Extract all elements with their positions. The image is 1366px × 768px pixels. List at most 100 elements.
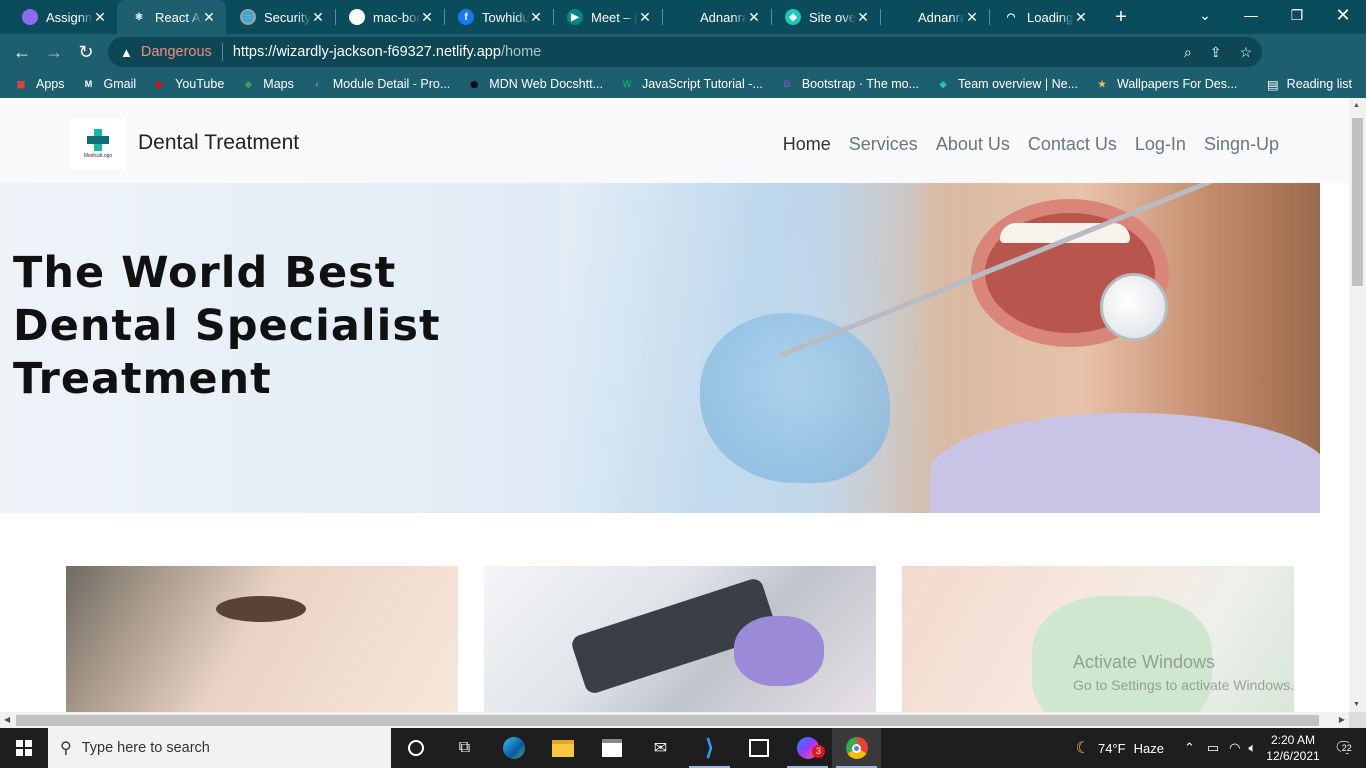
netlify-icon: ◆: [785, 9, 801, 25]
url-path: /home: [500, 44, 542, 60]
close-tab-icon[interactable]: ✕: [965, 9, 979, 26]
site-logo[interactable]: MedicalLogo: [70, 118, 126, 170]
close-tab-icon[interactable]: ✕: [311, 9, 325, 26]
bookmark-star-icon[interactable]: ☆: [1239, 44, 1252, 61]
forward-arrow-icon[interactable]: →: [38, 36, 70, 68]
scroll-left-arrow-icon[interactable]: ◀: [4, 715, 10, 724]
address-bar[interactable]: ▲ Dangerous https://wizardly-jackson-f69…: [108, 37, 1262, 67]
reading-list-button[interactable]: ▤ Reading list: [1267, 70, 1352, 98]
bookmark-item[interactable]: ★ Wallpapers For Des...: [1095, 77, 1237, 91]
taskbar-search-box[interactable]: ⚲ Type here to search: [48, 728, 391, 768]
volume-icon[interactable]: 🔈︎: [1248, 740, 1256, 756]
cortana-icon[interactable]: [391, 728, 440, 768]
close-tab-icon[interactable]: ✕: [856, 9, 870, 26]
tab-1[interactable]: ⚛ React Ap✕: [117, 0, 226, 34]
search-icon: ⚲: [60, 740, 72, 757]
bookmark-item[interactable]: ◐ Module Detail - Pro...: [311, 77, 450, 91]
clock-date: 12/6/2021: [1266, 749, 1320, 763]
close-tab-icon[interactable]: ✕: [420, 9, 434, 26]
nav-link-about-us[interactable]: About Us: [936, 134, 1010, 155]
tab-2[interactable]: 🌐 Security ✕: [226, 0, 335, 34]
bookmark-item[interactable]: ▦ Apps: [14, 77, 65, 91]
scroll-up-arrow-icon[interactable]: ▲: [1353, 102, 1360, 109]
notification-center-icon[interactable]: 🗨︎22: [1334, 738, 1354, 758]
weather-description[interactable]: Haze: [1134, 741, 1164, 756]
bookmark-item[interactable]: ◆ Team overview | Ne...: [936, 77, 1078, 91]
security-status[interactable]: Dangerous: [141, 44, 212, 60]
horizontal-scrollbar[interactable]: ◀ ▶: [0, 712, 1349, 729]
file-explorer-icon[interactable]: [538, 728, 587, 768]
edge-icon[interactable]: [489, 728, 538, 768]
tab-title: Loading: [1027, 9, 1074, 25]
zoom-icon[interactable]: ⌕: [1184, 44, 1192, 61]
logo-text: MedicalLogo: [83, 153, 113, 159]
tab-4[interactable]: f Towhidu ✕: [444, 0, 553, 34]
chevron-up-icon[interactable]: ⌃: [1184, 740, 1195, 756]
windows-start-icon[interactable]: [0, 728, 48, 768]
scroll-thumb[interactable]: [1352, 118, 1363, 286]
vscode-icon[interactable]: ⟩: [685, 728, 734, 768]
tab-search-icon[interactable]: ⌄: [1182, 0, 1228, 30]
bookmark-item[interactable]: B Bootstrap · The mo...: [780, 77, 919, 91]
bookmark-item[interactable]: W JavaScript Tutorial -...: [620, 77, 763, 91]
tab-strip: Assignm✕⚛React Ap✕🌐Security✕mac-boo✕fTow…: [0, 0, 1366, 34]
bookmark-item[interactable]: ▶ YouTube: [153, 77, 225, 91]
photos-icon[interactable]: [734, 728, 783, 768]
loading-spinner-icon: ◠: [1003, 9, 1019, 25]
scroll-thumb[interactable]: [16, 715, 1319, 726]
close-tab-icon[interactable]: ✕: [1074, 9, 1088, 26]
chrome-icon[interactable]: [832, 728, 881, 768]
clock[interactable]: 2:20 AM 12/6/2021: [1266, 732, 1319, 764]
share-icon[interactable]: ⇪: [1210, 44, 1222, 61]
back-arrow-icon[interactable]: ←: [6, 36, 38, 68]
bookmark-label: Apps: [36, 77, 65, 91]
minimize-button[interactable]: —: [1228, 0, 1274, 30]
weather-moon-icon[interactable]: ☾: [1076, 738, 1090, 758]
scroll-corner: [1349, 712, 1366, 729]
mail-icon[interactable]: ✉: [636, 728, 685, 768]
nav-link-singn-up[interactable]: Singn-Up: [1204, 134, 1279, 155]
bookmark-label: Maps: [263, 77, 294, 91]
service-card-image-2[interactable]: [484, 566, 876, 712]
messenger-icon[interactable]: 3: [783, 728, 832, 768]
vertical-scrollbar[interactable]: ▲ ▼: [1349, 98, 1366, 712]
battery-icon[interactable]: ▭: [1207, 740, 1219, 756]
task-view-icon[interactable]: ⧉: [440, 728, 489, 768]
restore-button[interactable]: ❐: [1274, 0, 1320, 30]
bookmark-list: ▦ Apps M Gmail ▶ YouTube ◆ Maps ◐ Module Detail -…: [14, 77, 1254, 91]
tab-3[interactable]: mac-boo ✕: [335, 0, 444, 34]
close-tab-icon[interactable]: ✕: [93, 9, 107, 26]
wifi-icon[interactable]: ◠: [1229, 740, 1240, 756]
close-window-button[interactable]: ✕: [1320, 0, 1366, 30]
bookmark-label: Bootstrap · The mo...: [801, 77, 920, 91]
tab-0[interactable]: Assignm ✕: [8, 0, 117, 34]
tab-6[interactable]: Adnanra ✕: [662, 0, 771, 34]
scroll-right-arrow-icon[interactable]: ▶: [1339, 715, 1345, 724]
close-tab-icon[interactable]: ✕: [202, 9, 216, 26]
nav-link-contact-us[interactable]: Contact Us: [1028, 134, 1117, 155]
bookmark-label: YouTube: [175, 77, 225, 91]
nav-link-home[interactable]: Home: [783, 134, 831, 155]
tab-8[interactable]: Adnanra ✕: [880, 0, 989, 34]
scroll-down-arrow-icon[interactable]: ▼: [1353, 701, 1360, 708]
tab-5[interactable]: ▶ Meet – j ✕: [553, 0, 662, 34]
weather-temp[interactable]: 74°F: [1098, 741, 1126, 756]
close-tab-icon[interactable]: ✕: [529, 9, 543, 26]
nav-link-services[interactable]: Services: [849, 134, 918, 155]
reload-icon[interactable]: ↻: [70, 36, 102, 68]
tab-9[interactable]: ◠ Loading ✕: [989, 0, 1098, 34]
notification-count: 22: [1340, 743, 1353, 753]
service-card-image-1[interactable]: [66, 566, 458, 712]
bookmark-item[interactable]: ◆ Maps: [241, 77, 294, 91]
module-icon: ◐: [315, 79, 321, 89]
bookmark-label: JavaScript Tutorial -...: [641, 77, 763, 91]
new-tab-button[interactable]: +: [1106, 0, 1136, 34]
microsoft-store-icon[interactable]: [587, 728, 636, 768]
bookmark-item[interactable]: M Gmail: [82, 77, 136, 91]
brand-name[interactable]: Dental Treatment: [138, 131, 299, 155]
bookmark-item[interactable]: ◉ MDN Web Docshtt...: [467, 77, 603, 91]
close-tab-icon[interactable]: ✕: [747, 9, 761, 26]
close-tab-icon[interactable]: ✕: [638, 9, 652, 26]
tab-7[interactable]: ◆ Site over ✕: [771, 0, 880, 34]
nav-link-log-in[interactable]: Log-In: [1135, 134, 1186, 155]
